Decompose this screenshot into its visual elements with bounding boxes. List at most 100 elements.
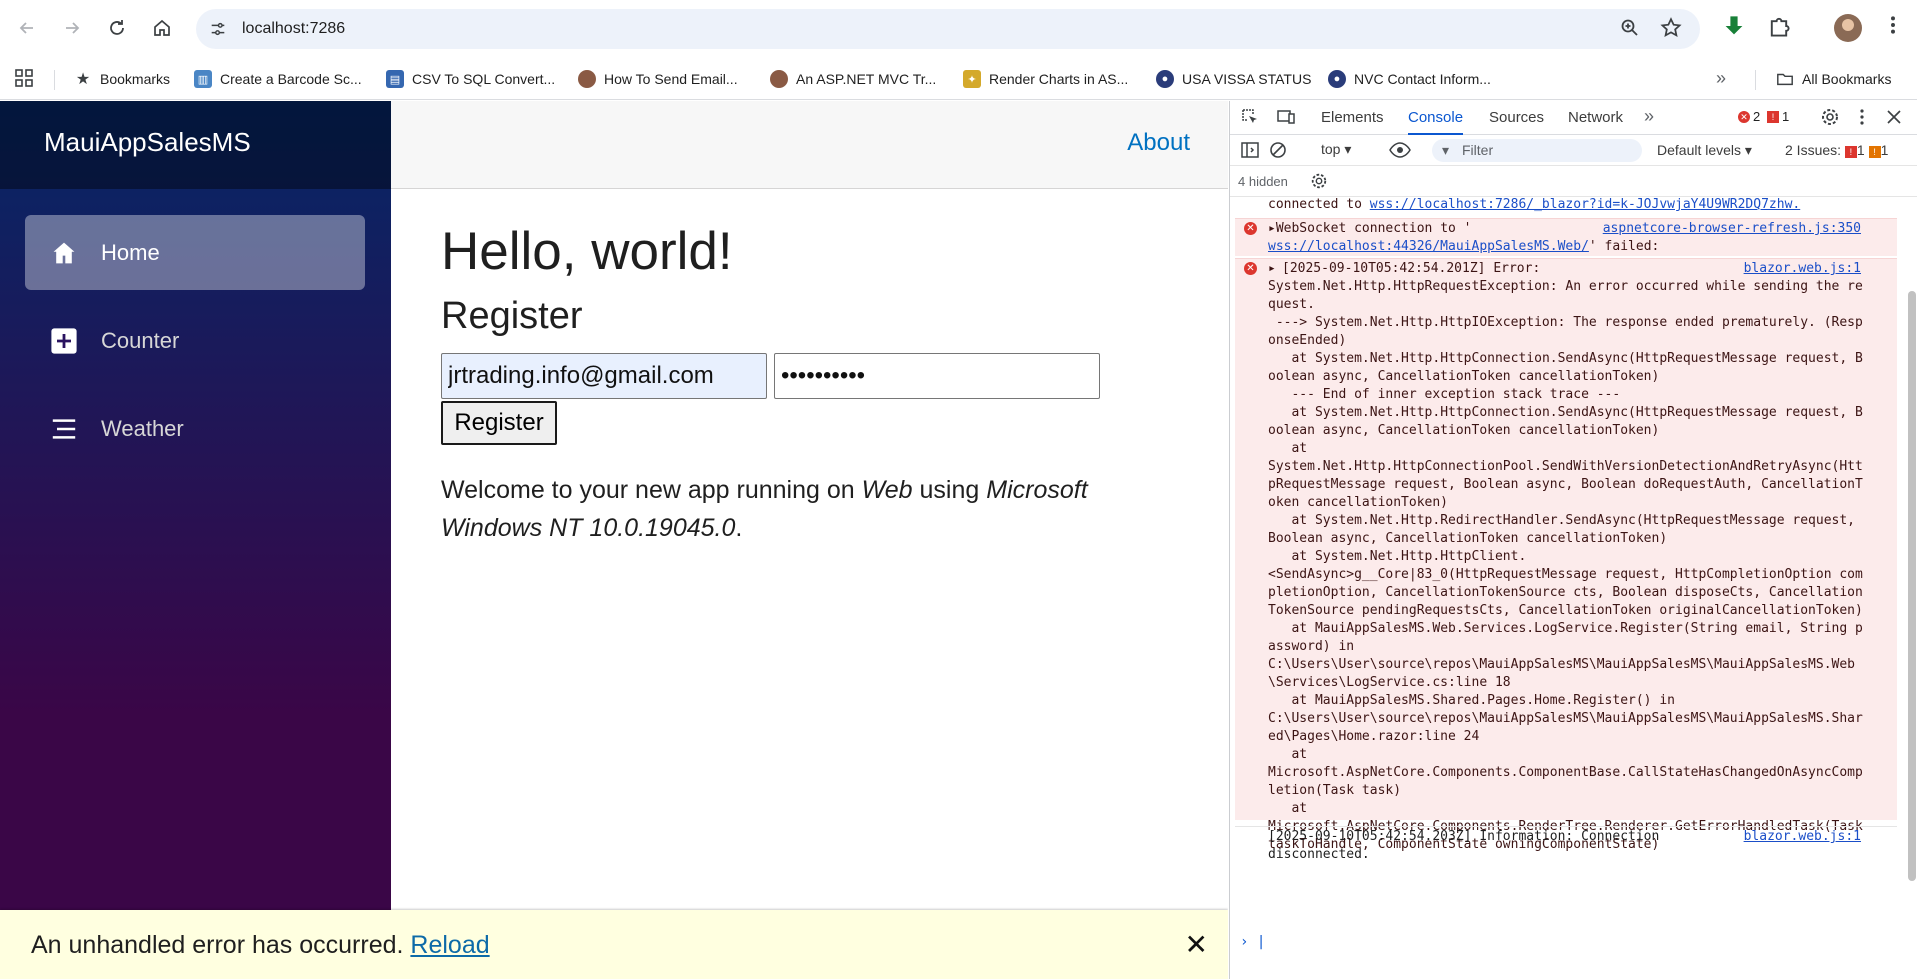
devtools-tabbar: Elements Console Sources Network » ✕ 2 ! 1 <box>1230 101 1917 135</box>
console-scrollbar[interactable] <box>1908 291 1916 881</box>
issues-error-count: 1 <box>1856 142 1865 158</box>
bookmark-label: Create a Barcode Sc... <box>220 71 362 87</box>
console-error-message: ✕ ▸ [2025-09-10T05:42:54.201Z] Error: Sy… <box>1235 258 1897 852</box>
hidden-messages-row: 4 hidden <box>1230 167 1917 197</box>
nav-item-counter[interactable]: Counter <box>25 303 365 378</box>
all-bookmarks-folder[interactable]: All Bookmarks <box>1776 58 1891 100</box>
error-icon: ✕ <box>1738 110 1750 123</box>
error-count: 2 <box>1753 109 1761 124</box>
bookmark-item[interactable]: ▤ CSV To SQL Convert... <box>386 58 555 100</box>
live-expression-eye-icon[interactable] <box>1388 140 1412 165</box>
profile-avatar[interactable] <box>1834 14 1862 42</box>
bookmark-item[interactable]: ✦ Render Charts in AS... <box>963 58 1128 100</box>
bookmark-label: CSV To SQL Convert... <box>412 71 556 87</box>
bookmarks-bar: ★ Bookmarks ▥ Create a Barcode Sc... ▤ C… <box>0 58 1917 100</box>
star-icon: ★ <box>75 71 91 88</box>
apps-grid-icon[interactable] <box>14 68 34 91</box>
error-count-badge[interactable]: ✕ 2 <box>1738 109 1760 124</box>
settings-gear-icon[interactable] <box>1820 107 1840 132</box>
bookmark-item[interactable]: ▥ Create a Barcode Sc... <box>194 58 362 100</box>
error-icon: ✕ <box>1244 262 1257 275</box>
page-title: Hello, world! <box>441 222 733 281</box>
sidebar-toggle-icon[interactable] <box>1240 140 1260 165</box>
tab-elements[interactable]: Elements <box>1321 101 1384 135</box>
back-icon[interactable] <box>12 13 42 43</box>
site-info-icon[interactable] <box>206 17 230 41</box>
home-page-icon[interactable] <box>147 13 177 43</box>
message-text-line2: wss://localhost:44326/MauiAppSalesMS.Web… <box>1268 238 1868 256</box>
app-brand[interactable]: MauiAppSalesMS <box>44 127 251 158</box>
device-toolbar-icon[interactable] <box>1276 107 1296 132</box>
issue-count-badge[interactable]: ! 1 <box>1767 109 1789 124</box>
issues-button[interactable]: 2 Issues: ! 1 ! 1 <box>1785 142 1888 158</box>
bookmarks-separator <box>1755 70 1756 90</box>
message-text[interactable]: [2025-09-10T05:42:54.201Z] Error: System… <box>1268 260 1868 854</box>
welcome-mid: using <box>912 476 987 504</box>
seal-site-icon: ● <box>1156 70 1174 88</box>
zoom-icon[interactable] <box>1620 18 1640 41</box>
message-text[interactable]: ▸WebSocket connection to ' <box>1268 220 1588 238</box>
nav-label: Weather <box>101 415 184 441</box>
console-prompt[interactable]: › | <box>1240 934 1265 950</box>
nav-label: Home <box>101 239 160 265</box>
console-message: connected to wss://localhost:7286/_blazo… <box>1235 198 1897 216</box>
reload-icon[interactable] <box>102 13 132 43</box>
inspect-element-icon[interactable] <box>1240 107 1260 132</box>
download-icon[interactable] <box>1722 14 1746 41</box>
log-levels-dropdown[interactable]: Default levels ▾ <box>1657 142 1752 159</box>
console-settings-icon[interactable] <box>1310 172 1328 195</box>
context-selector[interactable]: top ▾ <box>1321 141 1351 158</box>
address-bar[interactable]: localhost:7286 <box>196 9 1700 49</box>
source-link[interactable]: blazor.web.js:1 <box>1744 828 1861 846</box>
app-page: MauiAppSalesMS Home Counter Weather Abou… <box>0 101 1228 979</box>
close-icon[interactable]: ✕ <box>1185 928 1208 961</box>
console-filter-input[interactable]: ▾ Filter <box>1432 139 1642 162</box>
bookmark-label: How To Send Email... <box>604 71 738 87</box>
devtools-menu-icon[interactable] <box>1852 107 1872 132</box>
register-button[interactable]: Register <box>441 401 557 445</box>
browser-menu-icon[interactable] <box>1882 14 1904 39</box>
console-output: connected to wss://localhost:7286/_blazo… <box>1230 198 1900 958</box>
reload-link[interactable]: Reload <box>410 931 489 959</box>
more-tabs-icon[interactable]: » <box>1644 106 1654 127</box>
expand-arrow-icon[interactable]: ▸ <box>1268 221 1276 236</box>
bookmark-item[interactable]: ● NVC Contact Inform... <box>1328 58 1491 100</box>
chart-site-icon: ✦ <box>963 70 981 88</box>
tab-network[interactable]: Network <box>1568 101 1623 135</box>
bookmark-label: Bookmarks <box>100 71 171 87</box>
issue-count: 1 <box>1782 109 1790 124</box>
source-link[interactable]: blazor.web.js:1 <box>1744 260 1861 278</box>
nav-item-home[interactable]: Home <box>25 215 365 290</box>
ws-link[interactable]: wss://localhost:44326/MauiAppSalesMS.Web… <box>1268 239 1589 254</box>
tab-console[interactable]: Console <box>1408 101 1464 135</box>
connected-link[interactable]: wss://localhost:7286/_blazor?id=k-JOJvwj… <box>1370 198 1800 212</box>
nav-label: Counter <box>101 327 180 353</box>
bookmark-star-icon[interactable] <box>1660 17 1682 42</box>
welcome-prefix: Welcome to your new app running on <box>441 476 862 504</box>
bookmark-item[interactable]: How To Send Email... <box>578 58 738 100</box>
password-field[interactable] <box>774 353 1100 399</box>
bookmark-item[interactable]: ★ Bookmarks <box>74 58 170 100</box>
error-icon: ✕ <box>1244 222 1257 235</box>
all-bookmarks-label: All Bookmarks <box>1802 71 1892 87</box>
about-link[interactable]: About <box>1127 129 1190 157</box>
filter-placeholder: Filter <box>1462 142 1494 158</box>
top-row: About <box>391 101 1228 189</box>
folder-icon <box>1776 70 1794 88</box>
bookmarks-overflow-icon[interactable]: » <box>1716 68 1726 89</box>
source-link[interactable]: aspnetcore-browser-refresh.js:350 <box>1603 220 1861 238</box>
close-devtools-icon[interactable] <box>1884 107 1904 132</box>
forward-icon[interactable] <box>57 13 87 43</box>
email-field[interactable] <box>441 353 767 399</box>
url-text[interactable]: localhost:7286 <box>242 20 345 38</box>
bookmark-item[interactable]: ● USA VISSA STATUS <box>1156 58 1311 100</box>
bookmark-item[interactable]: An ASP.NET MVC Tr... <box>770 58 936 100</box>
tab-sources[interactable]: Sources <box>1489 101 1544 135</box>
clear-console-icon[interactable] <box>1268 140 1288 165</box>
bookmarks-separator <box>54 70 55 90</box>
extensions-icon[interactable] <box>1767 14 1791 41</box>
filter-funnel-icon: ▾ <box>1442 142 1450 158</box>
nav-item-weather[interactable]: Weather <box>25 391 365 466</box>
csv-site-icon: ▤ <box>386 70 404 88</box>
seal-site-icon: ● <box>1328 70 1346 88</box>
